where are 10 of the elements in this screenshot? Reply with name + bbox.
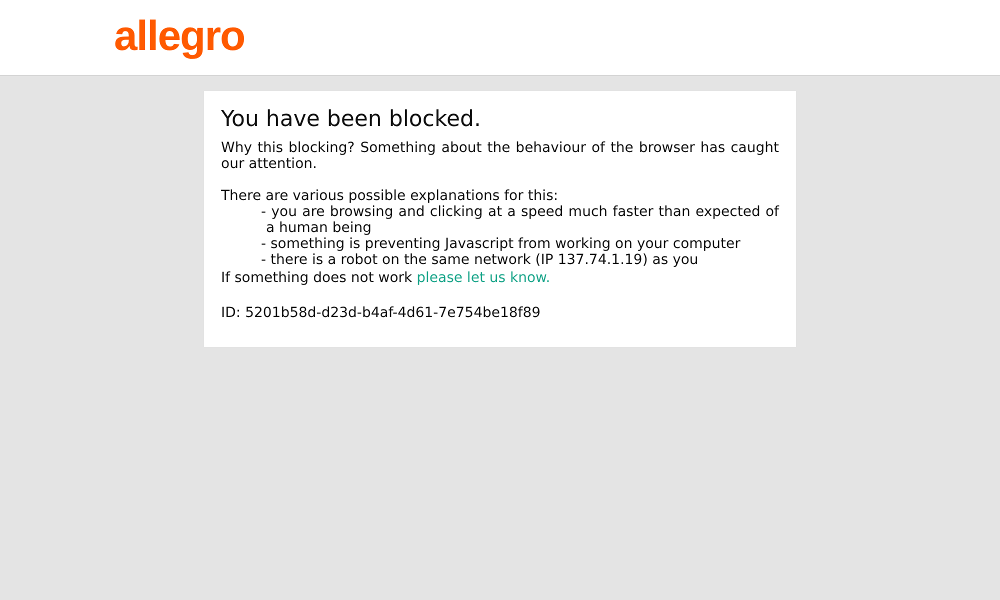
contact-text: If something does not work please let us know.	[221, 270, 552, 286]
logo[interactable]: allegro	[114, 15, 245, 57]
reason-item: - there is a robot on the same network (IP 137.74.1.19) as you	[261, 252, 700, 268]
block-id: ID: 5201b58d-d23d-b4af-4d61-7e754be18f89	[221, 305, 542, 321]
reason-item: - something is preventing Javascript from working on your computer	[261, 236, 742, 252]
intro-text: Why this blocking? Something about the behaviour of the browser has caught our attention.	[221, 140, 779, 172]
notice-title: You have been blocked.	[221, 106, 482, 134]
contact-link[interactable]: please let us know.	[416, 270, 550, 286]
lead-text: There are various possible explanations for this:	[221, 188, 560, 204]
reason-item: - you are browsing and clicking at a speed much faster than expected of a human being	[261, 204, 779, 236]
